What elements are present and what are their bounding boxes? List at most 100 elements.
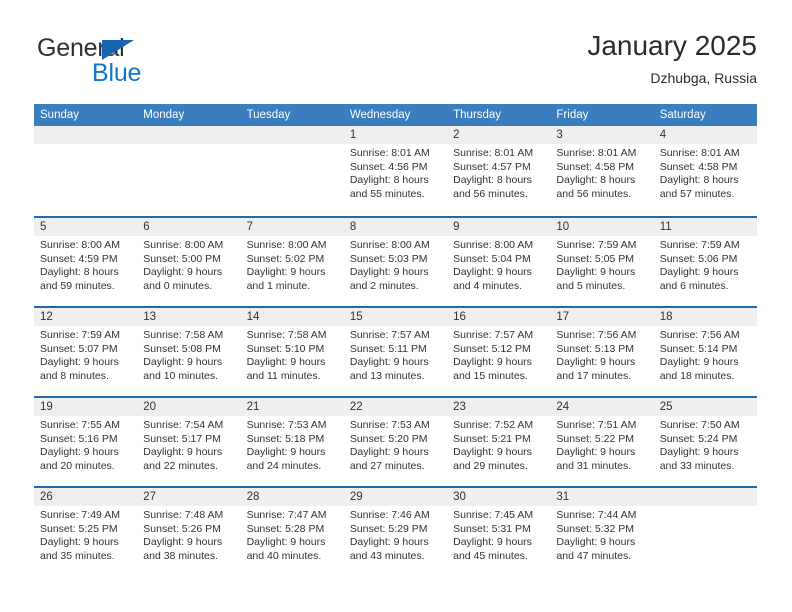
daylight-text-line1: Daylight: 9 hours [40, 446, 119, 459]
day-details: Sunrise: 7:58 AM Sunset: 5:10 PM Daylight:… [241, 326, 344, 383]
calendar-day-cell[interactable]: 28 Sunrise: 7:47 AM Sunset: 5:28 PM Dayligh… [240, 488, 344, 576]
sunrise-text: Sunrise: 7:54 AM [143, 419, 224, 431]
day-number: 26 [34, 488, 138, 506]
sunset-text: Sunset: 5:12 PM [453, 342, 531, 355]
daylight-text-line2: and 43 minutes. [349, 549, 425, 562]
calendar-day-cell[interactable]: 5 Sunrise: 8:00 AM Sunset: 4:59 PM Daylight… [34, 218, 138, 306]
calendar-day-cell[interactable]: 11 Sunrise: 7:59 AM Sunset: 5:06 PM Dayligh… [653, 218, 757, 306]
sunrise-text: Sunrise: 8:01 AM [349, 147, 430, 159]
daylight-text-line2: and 38 minutes. [143, 549, 218, 562]
calendar-day-cell[interactable]: 22 Sunrise: 7:53 AM Sunset: 5:20 PM Dayligh… [343, 398, 448, 486]
daylight-text-line2: and 18 minutes. [659, 369, 735, 382]
daylight-text-line2: and 17 minutes. [556, 369, 632, 382]
calendar-day-cell[interactable]: 17 Sunrise: 7:56 AM Sunset: 5:13 PM Dayligh… [550, 308, 654, 396]
calendar-day-cell[interactable]: 31 Sunrise: 7:44 AM Sunset: 5:32 PM Dayligh… [550, 488, 654, 576]
sunset-text: Sunset: 5:08 PM [143, 342, 221, 355]
sunrise-text: Sunrise: 8:01 AM [556, 147, 637, 159]
daylight-text-line2: and 35 minutes. [40, 549, 115, 562]
sunset-text: Sunset: 5:05 PM [556, 252, 635, 265]
day-details: Sunrise: 7:55 AM Sunset: 5:16 PM Daylight:… [34, 416, 137, 473]
day-details: Sunrise: 7:53 AM Sunset: 5:20 PM Daylight:… [344, 416, 447, 473]
calendar-day-cell-empty [137, 126, 241, 216]
day-number: 14 [240, 308, 344, 326]
page-subtitle: Dzhubga, Russia [650, 70, 757, 86]
day-number: 7 [240, 218, 344, 236]
calendar-day-cell[interactable]: 23 Sunrise: 7:52 AM Sunset: 5:21 PM Dayligh… [447, 398, 551, 486]
calendar-day-cell[interactable]: 18 Sunrise: 7:56 AM Sunset: 5:14 PM Dayligh… [653, 308, 757, 396]
sunrise-text: Sunrise: 8:00 AM [246, 239, 327, 251]
brand-logo[interactable]: General Blue [34, 34, 264, 94]
daylight-text-line2: and 47 minutes. [556, 549, 632, 562]
day-details: Sunrise: 7:53 AM Sunset: 5:18 PM Daylight:… [241, 416, 344, 473]
calendar-day-cell-empty [240, 126, 344, 216]
day-number: 21 [240, 398, 344, 416]
day-number: 3 [550, 126, 654, 144]
daylight-text-line1: Daylight: 9 hours [143, 356, 223, 369]
daylight-text-line1: Daylight: 9 hours [349, 266, 429, 279]
daylight-text-line1: Daylight: 9 hours [659, 446, 739, 459]
calendar-day-cell[interactable]: 8 Sunrise: 8:00 AM Sunset: 5:03 PM Daylight… [343, 218, 448, 306]
calendar-week-row: 26 Sunrise: 7:49 AM Sunset: 5:25 PM Dayligh… [34, 486, 757, 576]
day-number [240, 126, 344, 144]
daylight-text-line2: and 2 minutes. [349, 279, 419, 292]
sunset-text: Sunset: 5:31 PM [453, 522, 531, 535]
day-details: Sunrise: 7:48 AM Sunset: 5:26 PM Daylight:… [137, 506, 240, 563]
daylight-text-line2: and 10 minutes. [143, 369, 218, 382]
daylight-text-line1: Daylight: 9 hours [246, 356, 326, 369]
daylight-text-line1: Daylight: 9 hours [453, 356, 532, 369]
calendar-grid: Sunday Monday Tuesday Wednesday Thursday… [34, 104, 757, 576]
calendar-day-cell[interactable]: 10 Sunrise: 7:59 AM Sunset: 5:05 PM Dayligh… [550, 218, 654, 306]
daylight-text-line2: and 5 minutes. [556, 279, 626, 292]
sunrise-text: Sunrise: 8:00 AM [143, 239, 224, 251]
calendar-day-cell[interactable]: 29 Sunrise: 7:46 AM Sunset: 5:29 PM Dayligh… [343, 488, 448, 576]
calendar-day-cell[interactable]: 16 Sunrise: 7:57 AM Sunset: 5:12 PM Dayligh… [447, 308, 551, 396]
calendar-day-cell[interactable]: 27 Sunrise: 7:48 AM Sunset: 5:26 PM Dayligh… [137, 488, 241, 576]
day-number: 6 [137, 218, 241, 236]
calendar-day-cell[interactable]: 15 Sunrise: 7:57 AM Sunset: 5:11 PM Dayligh… [343, 308, 448, 396]
calendar-day-cell[interactable]: 19 Sunrise: 7:55 AM Sunset: 5:16 PM Dayligh… [34, 398, 138, 486]
sunrise-text: Sunrise: 7:59 AM [659, 239, 740, 251]
day-number: 24 [550, 398, 654, 416]
calendar-day-cell[interactable]: 9 Sunrise: 8:00 AM Sunset: 5:04 PM Daylight… [447, 218, 551, 306]
calendar-day-cell[interactable]: 13 Sunrise: 7:58 AM Sunset: 5:08 PM Dayligh… [137, 308, 241, 396]
calendar-day-cell[interactable]: 26 Sunrise: 7:49 AM Sunset: 5:25 PM Dayligh… [34, 488, 138, 576]
sunset-text: Sunset: 5:21 PM [453, 432, 531, 445]
sunset-text: Sunset: 5:02 PM [246, 252, 325, 265]
weekday-header-saturday: Saturday [659, 109, 706, 121]
daylight-text-line2: and 4 minutes. [453, 279, 523, 292]
daylight-text-line1: Daylight: 8 hours [556, 174, 636, 187]
daylight-text-line2: and 56 minutes. [556, 187, 632, 200]
calendar-day-cell[interactable]: 20 Sunrise: 7:54 AM Sunset: 5:17 PM Dayligh… [137, 398, 241, 486]
day-details: Sunrise: 7:45 AM Sunset: 5:31 PM Daylight:… [447, 506, 550, 563]
sunset-text: Sunset: 5:10 PM [246, 342, 325, 355]
calendar-day-cell[interactable]: 3 Sunrise: 8:01 AM Sunset: 4:58 PM Daylight… [550, 126, 654, 216]
daylight-text-line2: and 45 minutes. [453, 549, 528, 562]
sunrise-text: Sunrise: 7:45 AM [453, 509, 534, 521]
calendar-day-cell[interactable]: 2 Sunrise: 8:01 AM Sunset: 4:57 PM Daylight… [447, 126, 551, 216]
calendar-day-cell[interactable]: 1 Sunrise: 8:01 AM Sunset: 4:56 PM Daylight… [343, 126, 448, 216]
calendar-day-cell[interactable]: 24 Sunrise: 7:51 AM Sunset: 5:22 PM Dayligh… [550, 398, 654, 486]
calendar-day-cell[interactable]: 12 Sunrise: 7:59 AM Sunset: 5:07 PM Dayligh… [34, 308, 138, 396]
sunset-text: Sunset: 5:25 PM [40, 522, 118, 535]
sunrise-text: Sunrise: 7:57 AM [453, 329, 534, 341]
calendar-day-cell[interactable]: 30 Sunrise: 7:45 AM Sunset: 5:31 PM Dayligh… [447, 488, 551, 576]
day-details: Sunrise: 7:51 AM Sunset: 5:22 PM Daylight:… [550, 416, 653, 473]
sunset-text: Sunset: 5:11 PM [349, 342, 427, 355]
day-details: Sunrise: 8:01 AM Sunset: 4:58 PM Daylight:… [550, 144, 653, 201]
day-details: Sunrise: 8:00 AM Sunset: 5:00 PM Daylight:… [137, 236, 240, 293]
daylight-text-line2: and 20 minutes. [40, 459, 115, 472]
sunrise-text: Sunrise: 7:44 AM [556, 509, 637, 521]
calendar-day-cell[interactable]: 14 Sunrise: 7:58 AM Sunset: 5:10 PM Dayligh… [240, 308, 344, 396]
calendar-day-cell[interactable]: 6 Sunrise: 8:00 AM Sunset: 5:00 PM Daylight… [137, 218, 241, 306]
calendar-day-cell[interactable]: 21 Sunrise: 7:53 AM Sunset: 5:18 PM Dayligh… [240, 398, 344, 486]
daylight-text-line1: Daylight: 9 hours [556, 536, 636, 549]
calendar-day-cell[interactable]: 7 Sunrise: 8:00 AM Sunset: 5:02 PM Daylight… [240, 218, 344, 306]
day-number: 20 [137, 398, 241, 416]
calendar-day-cell[interactable]: 4 Sunrise: 8:01 AM Sunset: 4:58 PM Daylight… [653, 126, 757, 216]
sunrise-text: Sunrise: 8:01 AM [659, 147, 740, 159]
sunrise-text: Sunrise: 8:01 AM [453, 147, 534, 159]
day-details: Sunrise: 7:44 AM Sunset: 5:32 PM Daylight:… [550, 506, 653, 563]
sunrise-text: Sunrise: 7:58 AM [143, 329, 224, 341]
calendar-day-cell[interactable]: 25 Sunrise: 7:50 AM Sunset: 5:24 PM Dayligh… [653, 398, 757, 486]
sunset-text: Sunset: 5:14 PM [659, 342, 738, 355]
